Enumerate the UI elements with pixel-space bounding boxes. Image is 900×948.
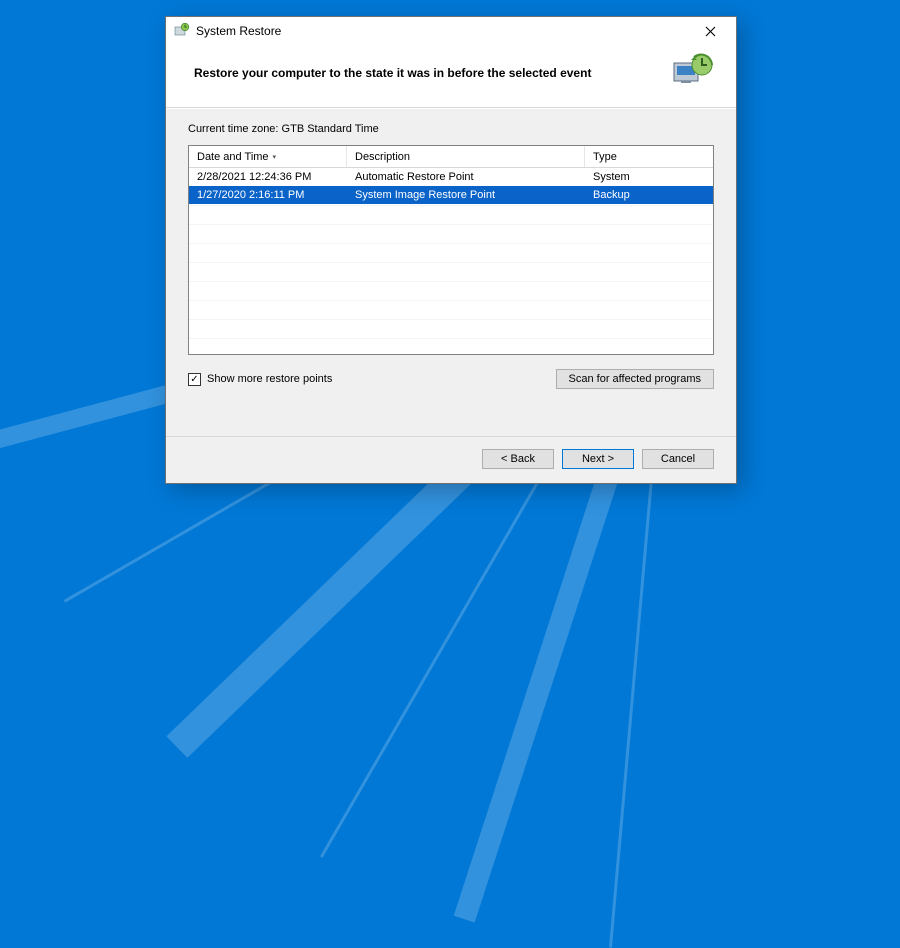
cancel-button[interactable]: Cancel bbox=[642, 449, 714, 469]
table-header: Date and Time ▾ Description Type bbox=[189, 146, 713, 168]
column-header-label: Type bbox=[593, 151, 617, 163]
column-header-description[interactable]: Description bbox=[347, 146, 585, 167]
cell-desc: System Image Restore Point bbox=[347, 189, 585, 201]
table-row[interactable]: 2/28/2021 12:24:36 PMAutomatic Restore P… bbox=[189, 168, 713, 186]
close-icon bbox=[705, 26, 716, 37]
system-restore-window: System Restore Restore your computer to … bbox=[165, 16, 737, 484]
cell-date: 1/27/2020 2:16:11 PM bbox=[189, 189, 347, 201]
next-button[interactable]: Next > bbox=[562, 449, 634, 469]
cell-desc: Automatic Restore Point bbox=[347, 171, 585, 183]
column-header-type[interactable]: Type bbox=[585, 146, 713, 167]
window-title: System Restore bbox=[196, 24, 281, 38]
restore-points-table: Date and Time ▾ Description Type 2/28/20… bbox=[188, 145, 714, 355]
header: Restore your computer to the state it wa… bbox=[166, 45, 736, 108]
body: Current time zone: GTB Standard Time Dat… bbox=[166, 108, 736, 436]
cell-type: Backup bbox=[585, 189, 713, 201]
system-restore-app-icon bbox=[174, 23, 190, 39]
timezone-label: Current time zone: GTB Standard Time bbox=[188, 123, 714, 135]
show-more-restore-points-checkbox[interactable]: ✓ Show more restore points bbox=[188, 373, 332, 386]
below-table-row: ✓ Show more restore points Scan for affe… bbox=[188, 355, 714, 389]
close-button[interactable] bbox=[692, 17, 728, 45]
wizard-footer: < Back Next > Cancel bbox=[166, 436, 736, 483]
column-header-label: Description bbox=[355, 151, 410, 163]
cell-date: 2/28/2021 12:24:36 PM bbox=[189, 171, 347, 183]
back-button[interactable]: < Back bbox=[482, 449, 554, 469]
column-header-date[interactable]: Date and Time ▾ bbox=[189, 146, 347, 167]
header-heading: Restore your computer to the state it wa… bbox=[194, 66, 591, 80]
column-header-label: Date and Time bbox=[197, 151, 269, 163]
checkbox-icon: ✓ bbox=[188, 373, 201, 386]
checkbox-label: Show more restore points bbox=[207, 373, 332, 385]
cell-type: System bbox=[585, 171, 713, 183]
titlebar: System Restore bbox=[166, 17, 736, 45]
sort-descending-icon: ▾ bbox=[273, 153, 277, 161]
table-body: 2/28/2021 12:24:36 PMAutomatic Restore P… bbox=[189, 168, 713, 354]
scan-affected-programs-button[interactable]: Scan for affected programs bbox=[556, 369, 714, 389]
restore-icon bbox=[672, 53, 714, 93]
table-row[interactable]: 1/27/2020 2:16:11 PMSystem Image Restore… bbox=[189, 186, 713, 204]
